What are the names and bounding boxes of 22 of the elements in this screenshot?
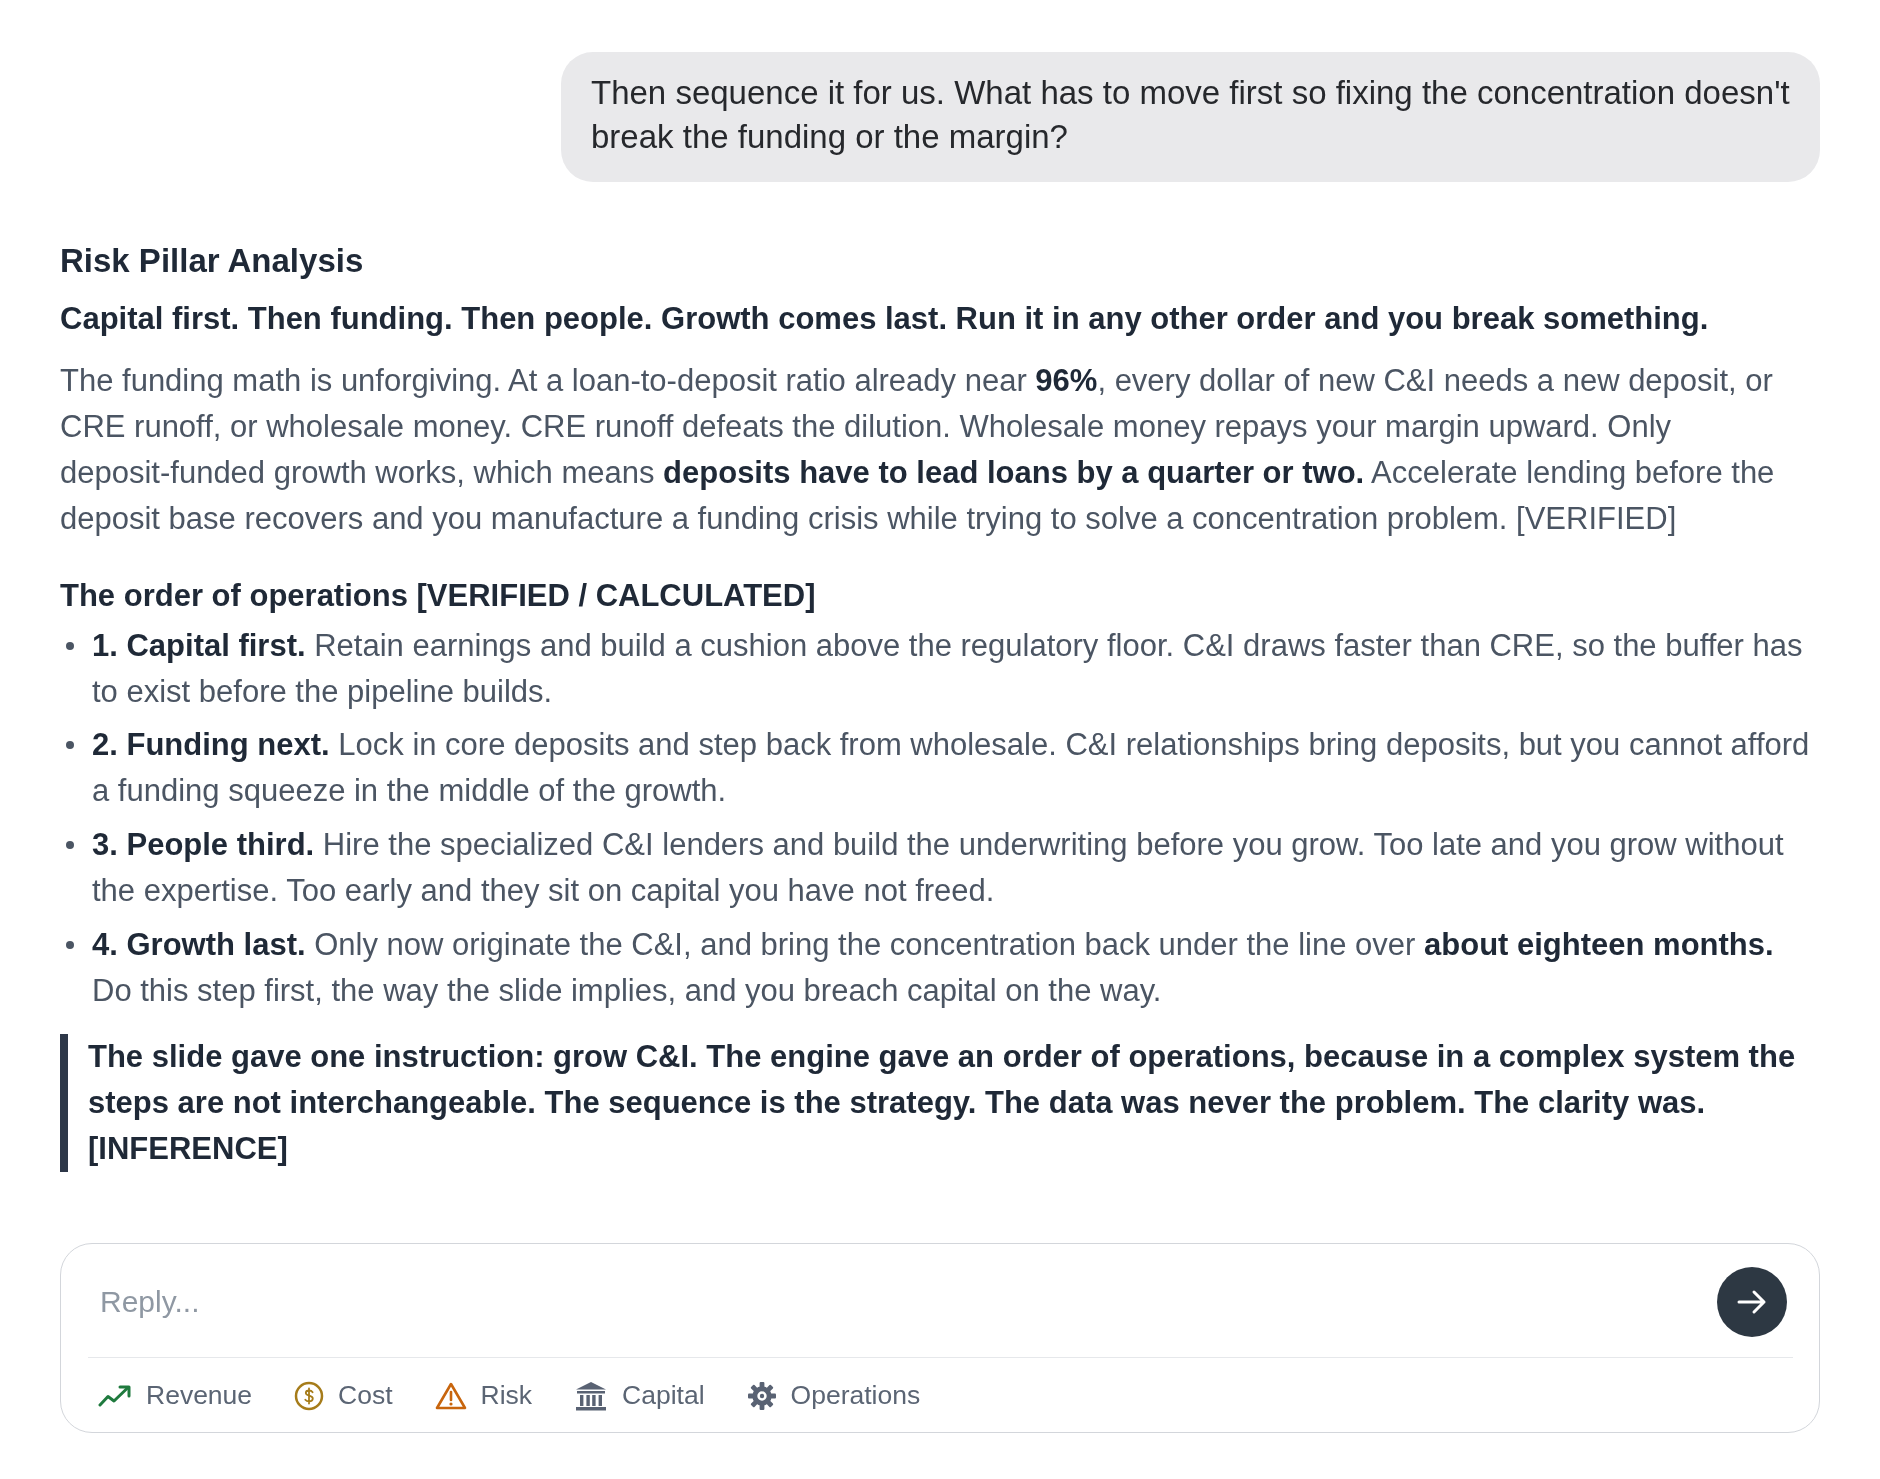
list-item-text: 2. Funding next. Lock in core deposits and step back from wholesale. C&I relationships bring deposits, but you cannot afford a funding squeeze in the middle of the growth.: [92, 726, 1811, 811]
list-item-text: 1. Capital first. Retain earnings and build a cushion above the regulatory floor. C&I draws faster than CRE, so the buffer has to exist before the pipeline builds.: [92, 626, 1804, 711]
bullet-icon: [66, 940, 74, 949]
reply-composer-box[interactable]: Reply... Revenue Cost Risk Capital Operations: [60, 1243, 1820, 1434]
analysis-title: Risk Pillar Analysis: [60, 241, 365, 281]
bullet-icon: [66, 641, 74, 650]
category-button[interactable]: Operations: [740, 1377, 927, 1416]
quote-callout: The slide gave one instruction: grow C&I. The engine gave an order of operations, because in a complex system the steps are not interchangeable. The sequence is the strategy. The data was never the problem. The clarity was. [INFERENCE]: [60, 1034, 1820, 1173]
category-button[interactable]: Capital: [568, 1377, 711, 1416]
category-button[interactable]: Risk: [428, 1377, 539, 1416]
category-button[interactable]: Cost: [288, 1377, 399, 1416]
arrow-right-icon: [1737, 1289, 1767, 1316]
bullet-icon: [66, 741, 74, 750]
body-paragraph: The funding math is unforgiving. At a loan-to-deposit ratio already near 96%, every dollar of new C&I needs a new deposit, or CRE runoff, or wholesale money. CRE runoff defeats the dilution. Wholesale money repays your margin upward. Only deposit-funded growth works, which means deposits have to lead loans by a quarter or two. Accelerate lending before the deposit base recovers and you manufacture a funding crisis while trying to solve a concentration problem. [VERIFIED]: [60, 361, 1776, 538]
reply-field[interactable]: Reply...: [88, 1267, 1717, 1338]
summary-sentence: Capital first. Then funding. Then people. Growth comes last. Run it in any other order and you break something.: [60, 299, 1710, 338]
list-item-text: 3. People third. Hire the specialized C&I lenders and build the underwriting before you grow. Too late and you grow without the expertise. Too early and they sit on capital you have not freed.: [92, 826, 1785, 911]
category-button[interactable]: Revenue: [92, 1377, 259, 1416]
user-message-bubble: Then sequence it for us. What has to move first so fixing the concentration doesn't break the funding or the margin?: [561, 52, 1820, 182]
bullet-icon: [66, 841, 74, 850]
section-subheading: The order of operations [VERIFIED / CALCULATED]: [60, 576, 817, 615]
list-item-text: 4. Growth last. Only now originate the C&I, and bring the concentration back under the line over about eighteen months. Do this step first, the way the slide implies, and you breach capital on the way.: [92, 925, 1775, 1010]
